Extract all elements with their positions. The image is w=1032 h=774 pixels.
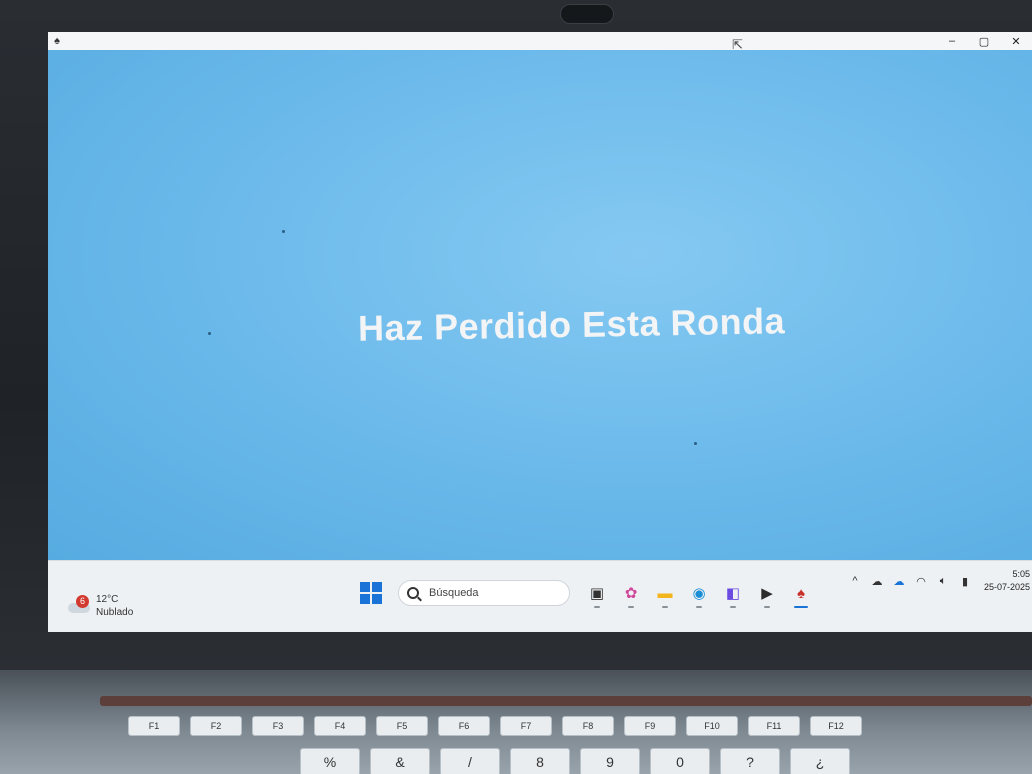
window-title-bar[interactable]: ♠ – ▢ ✕ ⇱ xyxy=(48,32,1032,52)
number-key: 9 xyxy=(580,748,640,774)
cloud-icon: 6 xyxy=(66,595,90,615)
windows-logo-icon xyxy=(360,582,370,592)
chevron-up-icon[interactable]: ^ xyxy=(844,575,866,587)
number-key-row: % &/ 8 9 0? ¿ xyxy=(300,748,860,774)
window-controls: – ▢ ✕ xyxy=(936,32,1032,50)
number-key: & xyxy=(370,748,430,774)
key-f10: F10 xyxy=(686,716,738,736)
key-f3: F3 xyxy=(252,716,304,736)
maximize-button[interactable]: ▢ xyxy=(968,32,1000,50)
pinned-apps: ▣ ✿ ▬ ◉ ◧ ▶ ♠ xyxy=(580,577,818,609)
laptop-hinge xyxy=(100,696,1032,706)
webcam xyxy=(560,4,614,24)
taskbar-center: Búsqueda ▣ ✿ ▬ ◉ ◧ ▶ ♠ xyxy=(360,577,818,609)
number-key: % xyxy=(300,748,360,774)
key-f11: F11 xyxy=(748,716,800,736)
screen-speck xyxy=(282,230,285,233)
search-box[interactable]: Búsqueda xyxy=(398,580,570,606)
key-f9: F9 xyxy=(624,716,676,736)
cloud-sync-icon[interactable]: ☁ xyxy=(866,575,888,588)
edge-icon[interactable]: ◉ xyxy=(682,577,716,609)
task-view-icon[interactable]: ▣ xyxy=(580,577,614,609)
key-f4: F4 xyxy=(314,716,366,736)
key-f1: F1 xyxy=(128,716,180,736)
key-f8: F8 xyxy=(562,716,614,736)
wifi-icon[interactable]: ◠ xyxy=(910,575,932,588)
weather-temperature: 12°C xyxy=(96,594,119,605)
weather-condition: Nublado xyxy=(96,607,134,618)
number-key: 0 xyxy=(650,748,710,774)
search-icon xyxy=(407,587,419,599)
file-explorer-icon[interactable]: ▬ xyxy=(648,577,682,609)
notification-badge: 6 xyxy=(76,595,89,608)
game-app-icon[interactable]: ♠ xyxy=(784,577,818,609)
windows-taskbar: 6 12°C Nublado Búsqueda ▣ ✿ ▬ ◉ ◧ ▶ ♠ ^ ☁ ☁ ◠ … xyxy=(48,560,1032,632)
start-button[interactable] xyxy=(360,582,382,604)
key-f12: F12 xyxy=(810,716,862,736)
terminal-icon[interactable]: ▶ xyxy=(750,577,784,609)
close-button[interactable]: ✕ xyxy=(1000,32,1032,50)
screen-speck xyxy=(208,332,211,335)
system-tray: ^ ☁ ☁ ◠ 🔈︎ ▮ 5:05 25-07-2025 xyxy=(844,561,1032,601)
number-key: ¿ xyxy=(790,748,850,774)
key-f2: F2 xyxy=(190,716,242,736)
function-key-row: F1 F2 F3 F4 F5 F6 F7 F8 F9 F10 F11 F12 xyxy=(128,716,872,736)
copilot-icon[interactable]: ✿ xyxy=(614,577,648,609)
volume-icon[interactable]: 🔈︎ xyxy=(932,575,954,588)
battery-icon[interactable]: ▮ xyxy=(954,575,976,588)
weather-widget[interactable]: 6 12°C Nublado xyxy=(66,593,133,619)
screen-speck xyxy=(694,442,697,445)
clock[interactable]: 5:05 25-07-2025 xyxy=(976,568,1032,594)
clock-time: 5:05 xyxy=(1012,569,1030,579)
onedrive-icon[interactable]: ☁ xyxy=(888,575,910,588)
key-f7: F7 xyxy=(500,716,552,736)
number-key: 8 xyxy=(510,748,570,774)
game-app-icon: ♠ xyxy=(54,35,60,47)
search-placeholder: Búsqueda xyxy=(429,587,479,599)
key-f6: F6 xyxy=(438,716,490,736)
round-lost-message: Haz Perdido Esta Ronda xyxy=(357,300,786,349)
key-f5: F5 xyxy=(376,716,428,736)
number-key: ? xyxy=(720,748,780,774)
jetbrains-icon[interactable]: ◧ xyxy=(716,577,750,609)
laptop-screen: ♠ – ▢ ✕ ⇱ Haz Perdido Esta Ronda 6 12°C … xyxy=(48,32,1032,632)
game-canvas[interactable]: Haz Perdido Esta Ronda xyxy=(48,50,1032,560)
clock-date: 25-07-2025 xyxy=(983,582,1030,592)
number-key: / xyxy=(440,748,500,774)
minimize-button[interactable]: – xyxy=(936,32,968,50)
